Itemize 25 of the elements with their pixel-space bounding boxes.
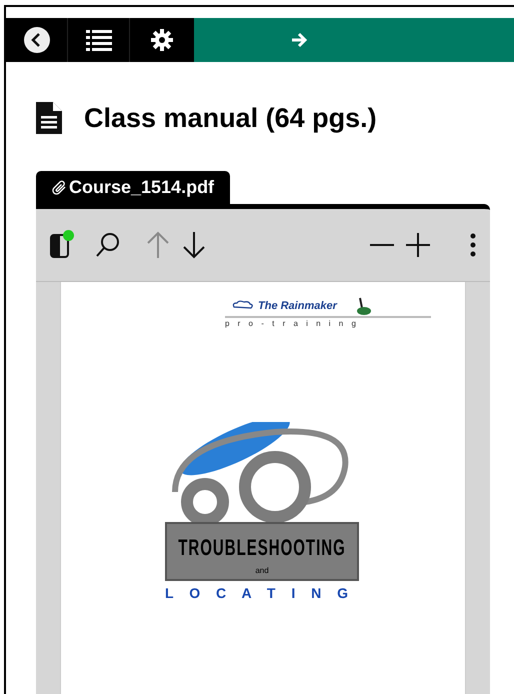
paperclip-icon xyxy=(52,180,68,196)
more-icon xyxy=(470,233,476,257)
next-page-button[interactable] xyxy=(182,231,206,259)
search-button[interactable] xyxy=(96,232,120,258)
tagline: p r o - t r a i n i n g xyxy=(225,318,360,330)
arrow-right-icon xyxy=(290,32,308,48)
list-icon xyxy=(86,28,112,51)
zoom-in-button[interactable] xyxy=(406,233,430,257)
back-icon xyxy=(22,26,50,54)
logo-subtitle: L O C A T I N G xyxy=(165,584,356,602)
arrow-up-icon xyxy=(146,231,170,259)
more-button[interactable] xyxy=(470,233,476,257)
minus-icon xyxy=(370,243,394,247)
arrow-down-icon xyxy=(182,231,206,259)
logo-title: TROUBLESHOOTING xyxy=(178,534,346,563)
plus-icon xyxy=(406,233,430,257)
document-icon xyxy=(36,102,62,134)
search-icon xyxy=(96,232,120,258)
company-name: The Rainmaker xyxy=(258,298,337,314)
logo-conjunction: and xyxy=(255,564,269,576)
zoom-out-button[interactable] xyxy=(370,243,394,247)
section-title: Class manual (64 pgs.) xyxy=(84,102,377,135)
sidebar-icon xyxy=(50,232,72,258)
sidebar-toggle[interactable] xyxy=(50,232,72,258)
file-tab[interactable]: Course_1514.pdf xyxy=(36,171,230,204)
